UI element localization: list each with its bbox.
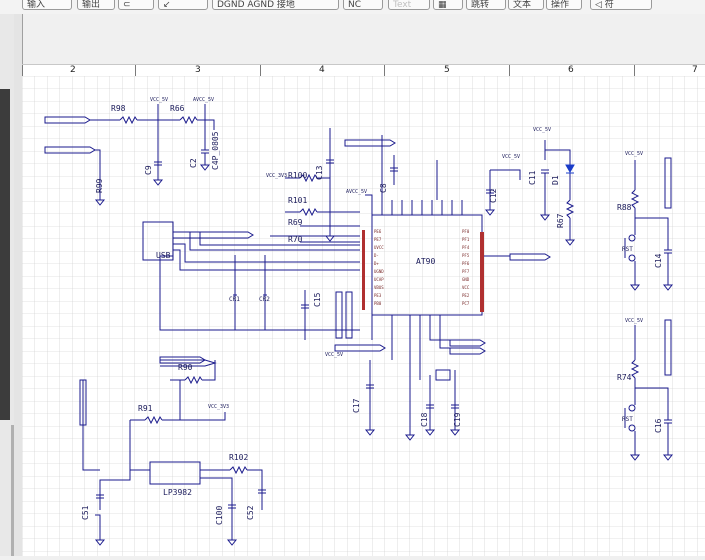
svg-text:PB0: PB0 (374, 301, 382, 306)
power-avcc: AVCC_5V (346, 189, 367, 195)
power-vcc-g: VCC_5V (625, 318, 643, 324)
power-vcc-i: VCC_5V (325, 352, 343, 358)
label-r74: R74 (617, 373, 632, 382)
label-lp3982: LP3982 (163, 488, 192, 497)
text-button[interactable]: Text (388, 0, 430, 10)
label-c9: C9 (144, 165, 153, 175)
label-c8: C8 (379, 183, 388, 193)
svg-text:PF1: PF1 (462, 237, 470, 242)
label-c100: C100 (215, 506, 224, 525)
label-r99: R99 (95, 178, 104, 193)
svg-text:PF5: PF5 (462, 253, 470, 258)
power-vcc-h: VCC_3V3 (208, 404, 229, 410)
svg-text:UGND: UGND (374, 269, 384, 274)
ruler-col-5: 5 (444, 65, 450, 75)
schematic-canvas[interactable]: PE6 PE7 UVCC D- D+ UGND UCAP VBUS PE3 PB0 PF0… (22, 76, 705, 556)
label-r98: R98 (111, 104, 126, 113)
svg-text:PF6: PF6 (462, 261, 470, 266)
ruler-col-2: 2 (70, 65, 76, 75)
power-vcc-a: VCC_5V (150, 97, 168, 103)
label-rst-lower: RST (622, 416, 633, 423)
label-r90: R90 (178, 363, 193, 372)
label-r88: R88 (617, 203, 632, 212)
svg-text:D+: D+ (374, 261, 379, 266)
empty-panel (0, 14, 705, 64)
svg-text:VCC: VCC (462, 285, 470, 290)
text-tool-button[interactable]: 文本 (508, 0, 544, 10)
label-d1: D1 (551, 175, 560, 185)
left-panel-border (11, 425, 14, 556)
ground-button[interactable]: DGND AGND 接地 (212, 0, 339, 10)
toolbar: 输入 输出 ⊂ ↙ DGND AGND 接地 NC Text ▦ 跳转 文本 操… (0, 0, 705, 15)
power-vcc-f: VCC_5V (625, 151, 643, 157)
label-r102: R102 (229, 453, 248, 462)
grid-button[interactable]: ▦ (433, 0, 463, 10)
label-c4p: C4P_0805 (211, 131, 220, 170)
label-c14: C14 (654, 253, 663, 268)
label-rst-upper: RST (622, 246, 633, 253)
svg-text:PF0: PF0 (462, 229, 470, 234)
svg-text:D-: D- (374, 253, 379, 258)
label-cr1: CR1 (229, 296, 240, 303)
label-r91: R91 (138, 404, 153, 413)
power-vcc-c: VCC_3V3 (266, 173, 287, 179)
svg-text:PE2: PE2 (462, 293, 470, 298)
label-c11: C11 (528, 170, 537, 185)
svg-text:GND: GND (462, 277, 470, 282)
no-connect-button[interactable]: NC (343, 0, 383, 10)
ruler-col-7: 7 (692, 65, 698, 75)
svg-text:UCAP: UCAP (374, 277, 384, 282)
label-r70: R70 (288, 235, 303, 244)
label-r100: R100 (288, 171, 307, 180)
label-c19: C19 (453, 412, 462, 427)
label-c16: C16 (654, 418, 663, 433)
svg-text:PE6: PE6 (374, 229, 382, 234)
operate-button[interactable]: 操作 (546, 0, 582, 10)
label-cr2: CR2 (259, 296, 270, 303)
label-at90: AT90 (416, 257, 435, 266)
svg-text:PC7: PC7 (462, 301, 470, 306)
label-r66: R66 (170, 104, 185, 113)
left-panel-scroll[interactable] (0, 89, 10, 420)
svg-text:PF4: PF4 (462, 245, 470, 250)
label-c12: C12 (489, 188, 498, 203)
symbol-button[interactable]: ◁ 符 (590, 0, 652, 10)
label-r101: R101 (288, 196, 307, 205)
power-vcc-e: VCC_5V (533, 127, 551, 133)
label-c52: C52 (246, 505, 255, 520)
label-usb: USB (156, 251, 171, 260)
power-vcc-b: AVCC_5V (193, 97, 214, 103)
label-r67: R67 (556, 213, 565, 228)
power-vcc-d: VCC_5V (502, 154, 520, 160)
svg-text:UVCC: UVCC (374, 245, 384, 250)
ruler-col-4: 4 (319, 65, 325, 75)
svg-text:VBUS: VBUS (374, 285, 384, 290)
label-c18: C18 (420, 412, 429, 427)
label-c51: C51 (81, 505, 90, 520)
ruler-col-6: 6 (568, 65, 574, 75)
svg-text:PE3: PE3 (374, 293, 382, 298)
label-c2: C2 (189, 158, 198, 168)
jump-button[interactable]: 跳转 (466, 0, 506, 10)
label-c15: C15 (313, 292, 322, 307)
label-c13: C13 (315, 165, 324, 180)
label-c17: C17 (352, 398, 361, 413)
svg-text:PF7: PF7 (462, 269, 470, 274)
input-button[interactable]: 输入 (22, 0, 72, 10)
bus-entry-button[interactable]: ↙ (158, 0, 208, 10)
output-button[interactable]: 输出 (77, 0, 115, 10)
port-button[interactable]: ⊂ (118, 0, 154, 10)
label-r69: R69 (288, 218, 303, 227)
ruler-col-3: 3 (195, 65, 201, 75)
svg-text:PE7: PE7 (374, 237, 382, 242)
